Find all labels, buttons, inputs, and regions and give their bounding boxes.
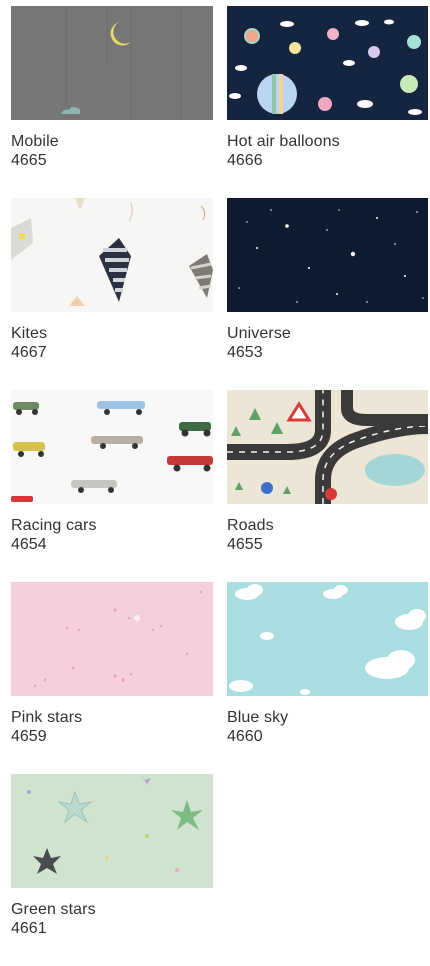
mobile-thumbnail[interactable] [11, 6, 213, 120]
wallpaper-card-roads[interactable]: Roads 4655 [227, 390, 428, 582]
hot-air-balloons-thumbnail[interactable] [227, 6, 428, 120]
wallpaper-card-hot-air-balloons[interactable]: Hot air balloons 4666 [227, 6, 428, 198]
wallpaper-card-pink-stars[interactable]: Pink stars 4659 [11, 582, 213, 774]
wallpaper-name: Blue sky [227, 709, 289, 726]
wallpaper-card-racing-cars[interactable]: Racing cars 4654 [11, 390, 213, 582]
wallpaper-code: 4661 [11, 920, 47, 937]
wallpaper-code: 4665 [11, 152, 47, 169]
wallpaper-name: Kites [11, 325, 48, 342]
wallpaper-name: Roads [227, 517, 274, 534]
wallpaper-grid: Mobile 4665 Hot air balloons 4666 Kites … [11, 6, 428, 966]
wallpaper-card-blue-sky[interactable]: Blue sky 4660 [227, 582, 428, 774]
wallpaper-code: 4659 [11, 728, 47, 745]
roads-thumbnail[interactable] [227, 390, 428, 504]
wallpaper-code: 4654 [11, 536, 47, 553]
wallpaper-code: 4655 [227, 536, 263, 553]
racing-cars-thumbnail[interactable] [11, 390, 213, 504]
wallpaper-code: 4667 [11, 344, 47, 361]
wallpaper-code: 4660 [227, 728, 263, 745]
universe-thumbnail[interactable] [227, 198, 428, 312]
wallpaper-name: Green stars [11, 901, 96, 918]
wallpaper-code: 4666 [227, 152, 263, 169]
wallpaper-code: 4653 [227, 344, 263, 361]
blue-sky-thumbnail[interactable] [227, 582, 428, 696]
wallpaper-name: Universe [227, 325, 291, 342]
wallpaper-card-kites[interactable]: Kites 4667 [11, 198, 213, 390]
pink-stars-thumbnail[interactable] [11, 582, 213, 696]
wallpaper-name: Mobile [11, 133, 59, 150]
kites-thumbnail[interactable] [11, 198, 213, 312]
wallpaper-card-green-stars[interactable]: Green stars 4661 [11, 774, 213, 966]
wallpaper-card-universe[interactable]: Universe 4653 [227, 198, 428, 390]
wallpaper-card-mobile[interactable]: Mobile 4665 [11, 6, 213, 198]
wallpaper-name: Pink stars [11, 709, 83, 726]
wallpaper-name: Hot air balloons [227, 133, 340, 150]
green-stars-thumbnail[interactable] [11, 774, 213, 888]
wallpaper-name: Racing cars [11, 517, 97, 534]
